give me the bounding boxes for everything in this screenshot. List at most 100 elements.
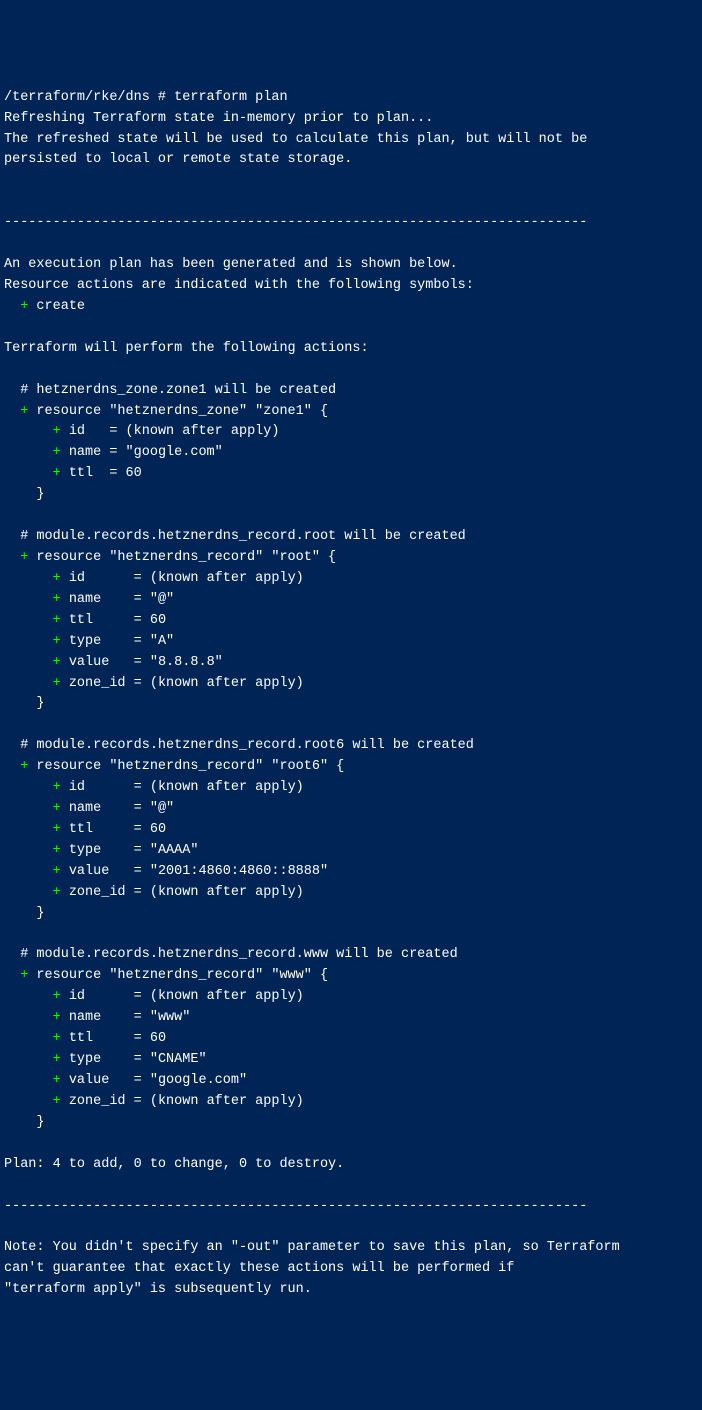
resource-close: } <box>4 1113 698 1134</box>
attr-value: "@" <box>150 801 174 816</box>
attr-key: value <box>69 864 126 879</box>
attr-key: name <box>69 1010 126 1025</box>
plus-icon: + <box>53 655 61 670</box>
plus-icon: + <box>53 466 61 481</box>
output-line: An execution plan has been generated and… <box>4 255 698 276</box>
blank-line <box>4 192 698 213</box>
blank-line <box>4 234 698 255</box>
resource-close: } <box>4 485 698 506</box>
plus-icon: + <box>53 822 61 837</box>
resource-close: } <box>4 694 698 715</box>
plus-icon: + <box>20 299 28 314</box>
attr-value: "@" <box>150 592 174 607</box>
plus-icon: + <box>20 968 28 983</box>
prompt-line[interactable]: /terraform/rke/dns # terraform plan <box>4 88 698 109</box>
hr-line: ----------------------------------------… <box>4 213 698 234</box>
attr-key: id <box>69 989 126 1004</box>
attr-key: value <box>69 655 126 670</box>
blank-line <box>4 715 698 736</box>
resource-attr: + id = (known after apply) <box>4 569 698 590</box>
attr-value: (known after apply) <box>150 571 304 586</box>
resource-declaration: + resource "hetznerdns_record" "root6" { <box>4 757 698 778</box>
resource-comment: # module.records.hetznerdns_record.root … <box>4 527 698 548</box>
plus-icon: + <box>53 634 61 649</box>
symbol-legend: + create <box>4 297 698 318</box>
resource-declaration: + resource "hetznerdns_record" "www" { <box>4 966 698 987</box>
attr-key: id <box>69 571 126 586</box>
plus-icon: + <box>53 864 61 879</box>
attr-key: name <box>69 445 101 460</box>
blank-line <box>4 360 698 381</box>
plus-icon: + <box>53 613 61 628</box>
resource-attr: + name = "@" <box>4 590 698 611</box>
plus-icon: + <box>20 759 28 774</box>
plus-icon: + <box>53 801 61 816</box>
resources-block: # hetznerdns_zone.zone1 will be created … <box>4 381 698 1155</box>
resource-attr: + ttl = 60 <box>4 820 698 841</box>
attr-key: type <box>69 1052 126 1067</box>
attr-value: (known after apply) <box>126 424 280 439</box>
hr-line: ----------------------------------------… <box>4 1197 698 1218</box>
resource-attr: + name = "google.com" <box>4 443 698 464</box>
blank-line <box>4 1217 698 1238</box>
resource-attr: + type = "AAAA" <box>4 841 698 862</box>
resource-attr: + id = (known after apply) <box>4 422 698 443</box>
prompt-path: /terraform/rke/dns # <box>4 90 166 105</box>
note-line: Note: You didn't specify an "-out" param… <box>4 1238 698 1259</box>
resource-attr: + name = "@" <box>4 799 698 820</box>
plus-icon: + <box>20 550 28 565</box>
attr-value: "8.8.8.8" <box>150 655 223 670</box>
resource-attr: + name = "www" <box>4 1008 698 1029</box>
attr-value: "google.com" <box>150 1073 247 1088</box>
plus-icon: + <box>53 885 61 900</box>
resource-comment: # module.records.hetznerdns_record.www w… <box>4 945 698 966</box>
resource-attr: + ttl = 60 <box>4 611 698 632</box>
attr-value: (known after apply) <box>150 885 304 900</box>
resource-attr: + value = "2001:4860:4860::8888" <box>4 862 698 883</box>
plus-icon: + <box>53 1073 61 1088</box>
output-line: persisted to local or remote state stora… <box>4 150 698 171</box>
attr-value: "CNAME" <box>150 1052 207 1067</box>
blank-line <box>4 925 698 946</box>
resource-attr: + type = "A" <box>4 632 698 653</box>
attr-key: zone_id <box>69 676 126 691</box>
attr-value: "AAAA" <box>150 843 199 858</box>
note-line: can't guarantee that exactly these actio… <box>4 1259 698 1280</box>
blank-line <box>4 506 698 527</box>
resource-attr: + type = "CNAME" <box>4 1050 698 1071</box>
attr-key: type <box>69 634 126 649</box>
attr-key: id <box>69 780 126 795</box>
plus-icon: + <box>53 1010 61 1025</box>
resource-attr: + id = (known after apply) <box>4 778 698 799</box>
attr-value: (known after apply) <box>150 1094 304 1109</box>
plus-icon: + <box>53 1031 61 1046</box>
plus-icon: + <box>53 1094 61 1109</box>
resource-declaration: + resource "hetznerdns_record" "root" { <box>4 548 698 569</box>
attr-key: type <box>69 843 126 858</box>
plus-icon: + <box>53 989 61 1004</box>
attr-key: ttl <box>69 613 126 628</box>
attr-value: "A" <box>150 634 174 649</box>
plus-icon: + <box>53 592 61 607</box>
resource-attr: + id = (known after apply) <box>4 987 698 1008</box>
blank-line <box>4 1176 698 1197</box>
attr-key: ttl <box>69 1031 126 1046</box>
plus-icon: + <box>53 676 61 691</box>
attr-value: "google.com" <box>126 445 223 460</box>
attr-value: "www" <box>150 1010 191 1025</box>
attr-key: ttl <box>69 466 101 481</box>
attr-key: name <box>69 801 126 816</box>
resource-attr: + value = "google.com" <box>4 1071 698 1092</box>
attr-key: name <box>69 592 126 607</box>
attr-value: (known after apply) <box>150 676 304 691</box>
plus-icon: + <box>53 445 61 460</box>
blank-line <box>4 171 698 192</box>
attr-value: (known after apply) <box>150 989 304 1004</box>
resource-close: } <box>4 904 698 925</box>
attr-value: 60 <box>150 1031 166 1046</box>
attr-key: zone_id <box>69 1094 126 1109</box>
output-line: Terraform will perform the following act… <box>4 339 698 360</box>
plan-summary: Plan: 4 to add, 0 to change, 0 to destro… <box>4 1155 698 1176</box>
attr-value: "2001:4860:4860::8888" <box>150 864 328 879</box>
attr-key: zone_id <box>69 885 126 900</box>
